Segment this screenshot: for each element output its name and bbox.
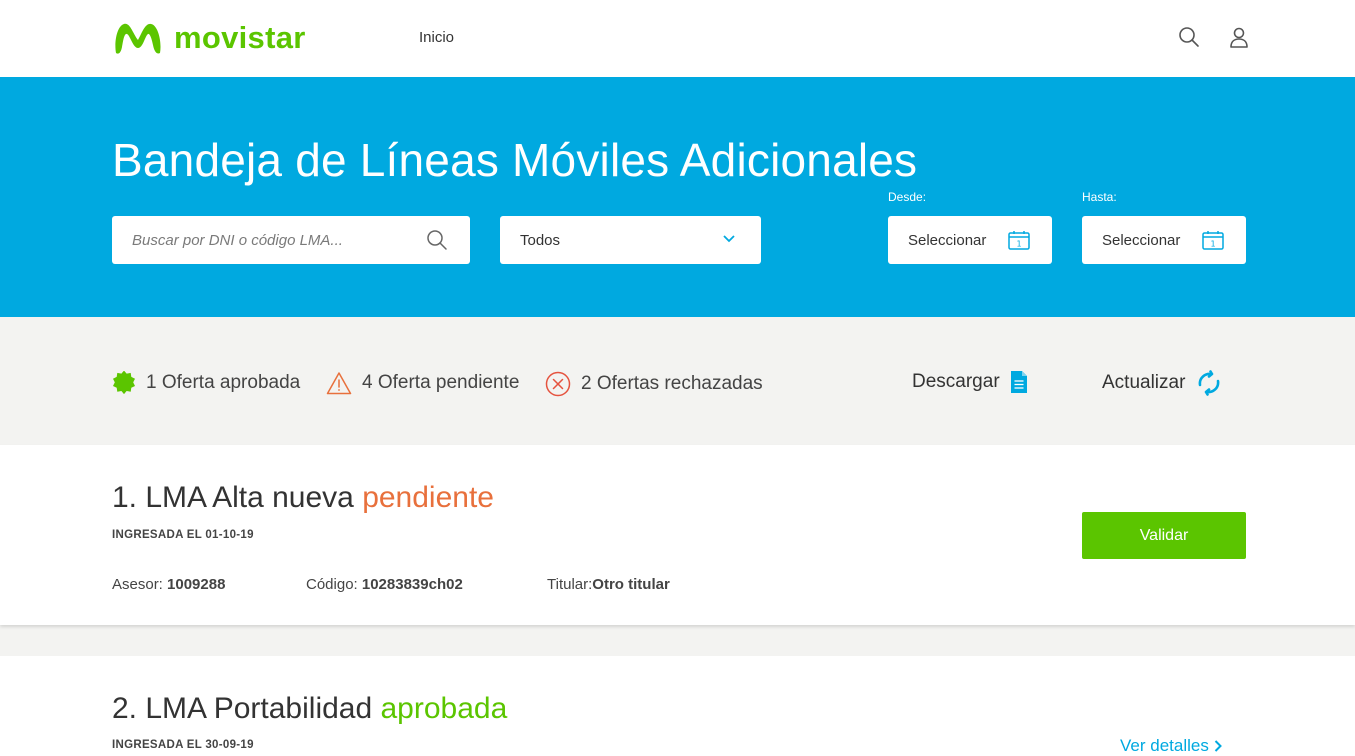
svg-text:1: 1 xyxy=(1210,240,1215,249)
record-type: 1. LMA Alta nueva xyxy=(112,481,354,514)
from-date-value: Seleccionar xyxy=(908,231,987,249)
search-field[interactable] xyxy=(112,216,470,264)
record-title: 2. LMA Portabilidad aprobada xyxy=(112,692,507,726)
to-date-value: Seleccionar xyxy=(1102,231,1181,249)
status-filter-select[interactable]: Todos xyxy=(500,216,761,264)
rejected-circle-x-icon xyxy=(545,371,571,397)
record-holder: Titular:Otro titular xyxy=(547,576,670,593)
holder-value: Otro titular xyxy=(592,576,670,593)
brand-name: movistar xyxy=(174,20,306,55)
code-label: Código: xyxy=(306,576,358,593)
record-code: Código: 10283839ch02 xyxy=(306,576,463,593)
approved-count-label: 1 Oferta aprobada xyxy=(146,372,301,393)
record-date: INGRESADA EL 30-09-19 xyxy=(112,739,254,751)
download-button[interactable]: Descargar xyxy=(912,370,1028,394)
search-icon[interactable] xyxy=(426,229,448,251)
record-date: INGRESADA EL 01-10-19 xyxy=(112,529,254,541)
approved-count: 1 Oferta aprobada xyxy=(112,371,300,395)
validate-button[interactable]: Validar xyxy=(1082,512,1246,559)
advisor-value: 1009288 xyxy=(167,576,226,593)
from-date-label: Desde: xyxy=(888,190,927,204)
search-icon[interactable] xyxy=(1178,26,1200,48)
from-date-picker[interactable]: Seleccionar 1 xyxy=(888,216,1052,264)
refresh-label: Actualizar xyxy=(1102,372,1186,393)
record-type: 2. LMA Portabilidad xyxy=(112,692,373,725)
record-advisor: Asesor: 1009288 xyxy=(112,576,225,593)
pending-count-label: 4 Oferta pendiente xyxy=(362,372,520,393)
view-details-label: Ver detalles xyxy=(1120,736,1209,755)
refresh-icon xyxy=(1199,370,1220,396)
to-date-label: Hasta: xyxy=(1082,190,1117,204)
chevron-right-icon xyxy=(1214,740,1222,752)
record-card: 2. LMA Portabilidad aprobada INGRESADA E… xyxy=(0,656,1355,756)
view-details-link[interactable]: Ver detalles xyxy=(1120,736,1222,756)
record-card: 1. LMA Alta nueva pendiente INGRESADA EL… xyxy=(0,445,1355,625)
rejected-count-label: 2 Ofertas rechazadas xyxy=(581,373,763,394)
to-date-picker[interactable]: Seleccionar 1 xyxy=(1082,216,1246,264)
approved-badge-icon xyxy=(113,371,135,395)
nav-link-inicio[interactable]: Inicio xyxy=(419,29,454,46)
status-filter-value: Todos xyxy=(520,231,561,249)
refresh-button[interactable]: Actualizar xyxy=(1102,370,1223,396)
download-label: Descargar xyxy=(912,371,1000,392)
record-title: 1. LMA Alta nueva pendiente xyxy=(112,481,494,515)
warning-icon xyxy=(326,372,352,395)
hero-banner: Bandeja de Líneas Móviles Adicionales To… xyxy=(0,77,1355,317)
record-status: aprobada xyxy=(380,692,508,725)
page-title: Bandeja de Líneas Móviles Adicionales xyxy=(112,134,918,186)
pending-count: 4 Oferta pendiente xyxy=(326,371,519,395)
calendar-icon: 1 xyxy=(1008,231,1030,250)
code-value: 10283839ch02 xyxy=(361,576,463,593)
calendar-icon: 1 xyxy=(1202,231,1224,250)
movistar-m-icon xyxy=(115,23,161,54)
top-navigation: movistar Inicio xyxy=(0,0,1355,77)
user-icon[interactable] xyxy=(1228,26,1250,48)
record-status: pendiente xyxy=(362,481,494,514)
movistar-logo[interactable]: movistar xyxy=(112,18,306,58)
rejected-count: 2 Ofertas rechazadas xyxy=(545,371,763,397)
status-summary-bar: 1 Oferta aprobada 4 Oferta pendiente 2 O… xyxy=(0,317,1355,445)
document-icon xyxy=(1010,371,1027,393)
search-input[interactable] xyxy=(112,216,470,264)
svg-text:1: 1 xyxy=(1016,240,1021,249)
advisor-label: Asesor: xyxy=(112,576,163,593)
chevron-down-icon xyxy=(723,235,735,243)
holder-label: Titular: xyxy=(547,576,593,593)
